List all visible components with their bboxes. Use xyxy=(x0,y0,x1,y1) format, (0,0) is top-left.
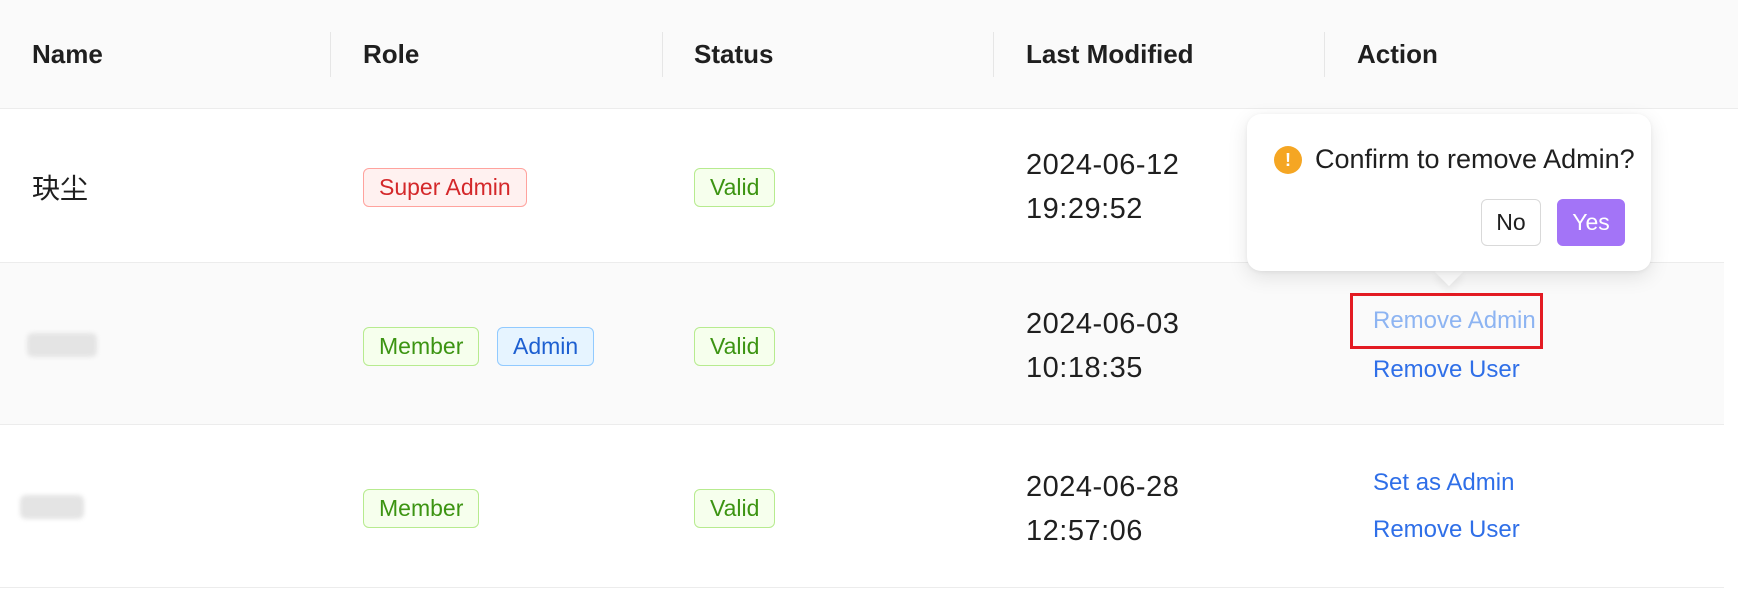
redacted-name-mask xyxy=(20,495,84,519)
last-modified-time: 10:18:35 xyxy=(1026,352,1143,384)
last-modified-time: 12:57:06 xyxy=(1026,515,1143,547)
table-header: Name Role Status Last Modified Action xyxy=(0,0,1738,109)
user-name: 玦尘 xyxy=(32,173,89,204)
last-modified-date: 2024-06-03 xyxy=(1026,308,1180,340)
column-divider xyxy=(1324,32,1325,77)
last-modified-time: 19:29:52 xyxy=(1026,193,1143,225)
cancel-button[interactable]: No xyxy=(1481,199,1541,246)
column-divider xyxy=(330,32,331,77)
role-tag-member: Member xyxy=(363,327,480,366)
column-header-action[interactable]: Action xyxy=(1357,0,1438,109)
remove-user-link[interactable]: Remove User xyxy=(1373,356,1520,384)
column-header-name[interactable]: Name xyxy=(32,0,103,109)
confirm-popover: ! Confirm to remove Admin? No Yes xyxy=(1247,114,1651,271)
role-tag-admin: Admin xyxy=(497,327,595,366)
last-modified-date: 2024-06-28 xyxy=(1026,471,1180,503)
table-row: Member Valid 2024-06-28 12:57:06 Set as … xyxy=(0,425,1724,588)
column-header-last-modified[interactable]: Last Modified xyxy=(1026,0,1194,109)
column-header-status[interactable]: Status xyxy=(694,0,773,109)
column-divider xyxy=(662,32,663,77)
redacted-name-mask xyxy=(27,333,97,357)
popover-message: Confirm to remove Admin? xyxy=(1315,144,1635,174)
warning-icon: ! xyxy=(1274,146,1302,174)
role-tag-member: Member xyxy=(363,489,480,528)
column-header-role[interactable]: Role xyxy=(363,0,419,109)
status-badge: Valid xyxy=(694,168,776,207)
last-modified-date: 2024-06-12 xyxy=(1026,149,1180,181)
remove-user-link[interactable]: Remove User xyxy=(1373,516,1520,544)
column-divider xyxy=(993,32,994,77)
highlight-box xyxy=(1350,293,1543,349)
role-tag-super-admin: Super Admin xyxy=(363,168,527,207)
confirm-button[interactable]: Yes xyxy=(1557,199,1625,246)
set-as-admin-link[interactable]: Set as Admin xyxy=(1373,469,1514,497)
status-badge: Valid xyxy=(694,489,776,528)
status-badge: Valid xyxy=(694,327,776,366)
